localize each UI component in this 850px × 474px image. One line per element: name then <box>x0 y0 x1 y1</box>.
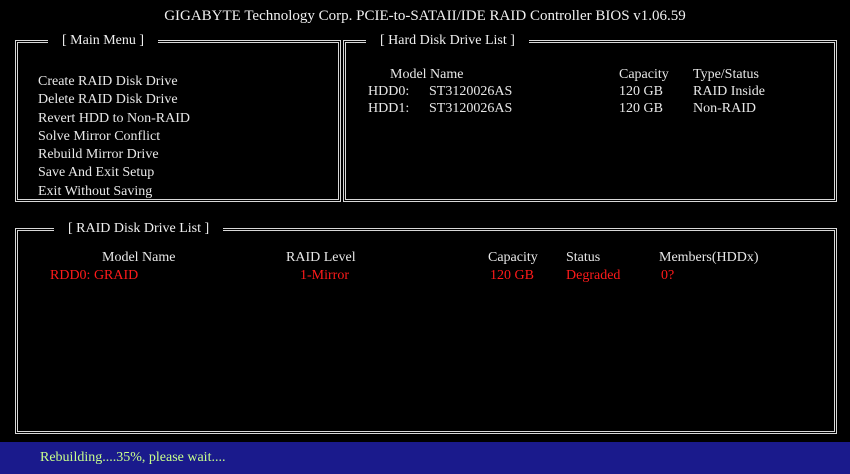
raid-col-model: Model Name <box>102 250 176 265</box>
menu-item-save-exit[interactable]: Save And Exit Setup <box>38 164 190 182</box>
raid-col-status: Status <box>566 250 601 265</box>
raid-row-0-members: 0? <box>661 268 675 283</box>
raid-col-members: Members(HDDx) <box>659 250 759 265</box>
hdd-row-1-type: Non-RAID <box>693 101 756 116</box>
raid-col-level: RAID Level <box>286 250 356 265</box>
hdd-row-0-capacity: 120 GB <box>619 84 663 99</box>
raid-row-0-level: 1-Mirror <box>300 268 349 283</box>
hdd-row-1-id: HDD1: <box>368 101 410 116</box>
raid-row-0-status: Degraded <box>566 268 621 283</box>
hdd-col-type: Type/Status <box>693 67 759 82</box>
menu-item-solve-conflict[interactable]: Solve Mirror Conflict <box>38 128 190 146</box>
main-menu-list: Create RAID Disk Drive Delete RAID Disk … <box>38 73 190 201</box>
raid-row-0-name: RDD0: GRAID <box>50 268 139 283</box>
menu-item-rebuild-mirror[interactable]: Rebuild Mirror Drive <box>38 146 190 164</box>
raid-row-0-capacity: 120 GB <box>490 268 534 283</box>
main-menu-heading: [ Main Menu ] <box>48 32 159 50</box>
menu-item-create-raid[interactable]: Create RAID Disk Drive <box>38 73 190 91</box>
raid-list-heading: [ RAID Disk Drive List ] <box>54 220 224 238</box>
hdd-row-0-id: HDD0: <box>368 84 410 99</box>
raid-col-capacity: Capacity <box>488 250 538 265</box>
menu-item-exit-without-saving[interactable]: Exit Without Saving <box>38 183 190 201</box>
hdd-row-0-model: ST3120026AS <box>429 84 513 99</box>
menu-item-delete-raid[interactable]: Delete RAID Disk Drive <box>38 91 190 109</box>
hdd-row-1-model: ST3120026AS <box>429 101 513 116</box>
menu-item-revert-hdd[interactable]: Revert HDD to Non-RAID <box>38 110 190 128</box>
status-bar: Rebuilding....35%, please wait.... <box>0 442 850 474</box>
hdd-row-1-capacity: 120 GB <box>619 101 663 116</box>
hdd-list-heading: [ Hard Disk Drive List ] <box>366 32 529 50</box>
rebuild-status-text: Rebuilding....35%, please wait.... <box>40 450 226 465</box>
main-menu-panel: [ Main Menu ] Create RAID Disk Drive Del… <box>15 32 341 202</box>
raid-list-panel: [ RAID Disk Drive List ] Model Name RAID… <box>15 220 837 434</box>
hdd-col-model: Model Name <box>390 67 464 82</box>
hdd-list-panel: [ Hard Disk Drive List ] Model Name Capa… <box>343 32 837 202</box>
hdd-col-capacity: Capacity <box>619 67 669 82</box>
hdd-row-0-type: RAID Inside <box>693 84 765 99</box>
bios-title: GIGABYTE Technology Corp. PCIE-to-SATAII… <box>164 8 686 24</box>
